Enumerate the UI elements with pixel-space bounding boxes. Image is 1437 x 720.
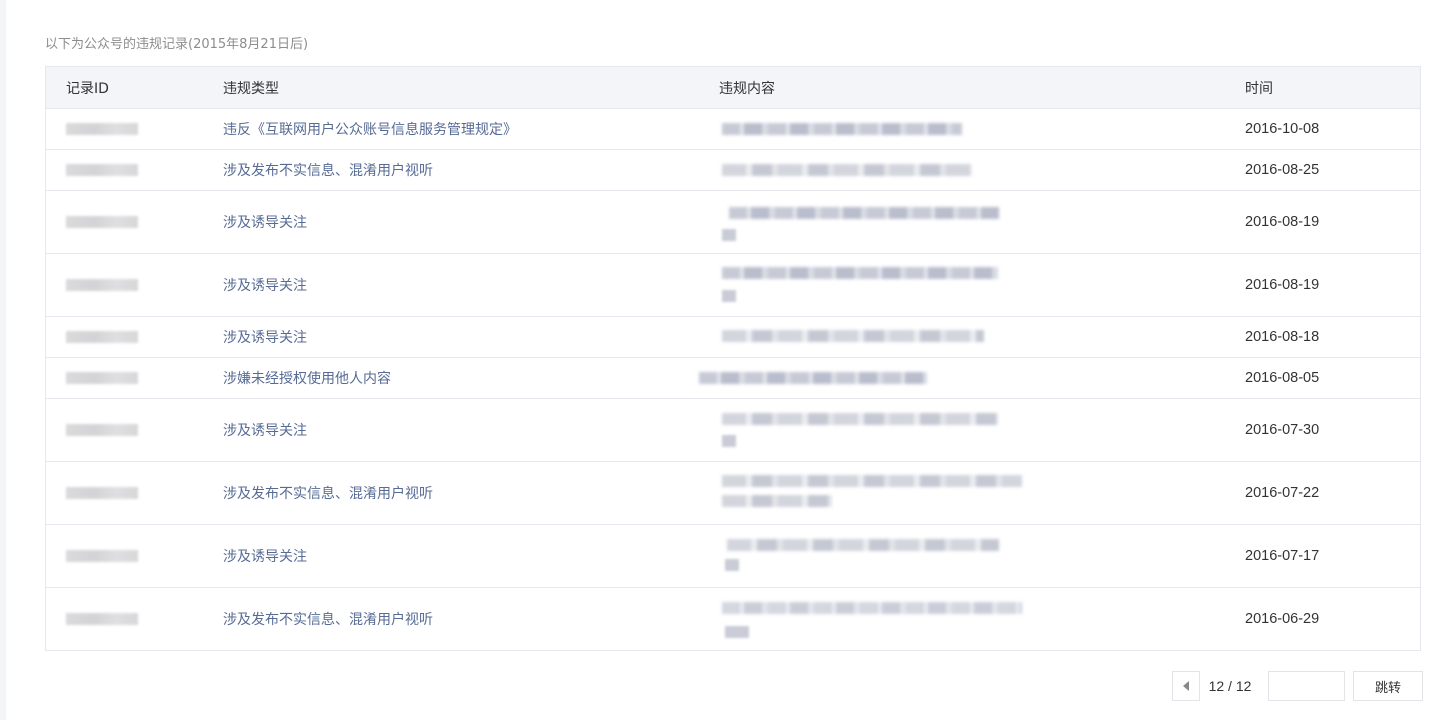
table-row: 涉及诱导关注 2016-07-30 xyxy=(46,399,1420,462)
redacted-content xyxy=(719,150,1245,190)
table-row: 涉及发布不实信息、混淆用户视听 2016-08-25 xyxy=(46,150,1420,191)
redacted-content xyxy=(719,191,1245,253)
row-time: 2016-08-05 xyxy=(1245,370,1320,386)
row-type: 涉及发布不实信息、混淆用户视听 xyxy=(223,486,433,502)
table-row: 违反《互联网用户公众账号信息服务管理规定》 2016-10-08 xyxy=(46,109,1420,150)
row-type: 涉及诱导关注 xyxy=(223,549,307,565)
redacted-content xyxy=(719,399,1245,461)
prev-page-button[interactable] xyxy=(1172,671,1200,701)
row-type: 涉及发布不实信息、混淆用户视听 xyxy=(223,163,433,179)
redacted-id xyxy=(66,216,138,228)
row-type: 涉及诱导关注 xyxy=(223,423,307,439)
redacted-content xyxy=(699,358,1245,398)
table-row: 涉嫌未经授权使用他人内容 2016-08-05 xyxy=(46,358,1420,399)
table-row: 涉及诱导关注 2016-08-19 xyxy=(46,191,1420,254)
pagination: 12 / 12 跳转 xyxy=(1172,670,1423,702)
left-rail xyxy=(0,0,6,720)
table-row: 涉及诱导关注 2016-07-17 xyxy=(46,525,1420,588)
row-time: 2016-07-22 xyxy=(1245,485,1320,501)
table-row: 涉及诱导关注 2016-08-18 xyxy=(46,317,1420,358)
header-time: 时间 xyxy=(1245,80,1273,97)
redacted-content xyxy=(719,588,1245,650)
page-number-input[interactable] xyxy=(1268,671,1345,701)
redacted-id xyxy=(66,613,138,625)
table-row: 涉及诱导关注 2016-08-19 xyxy=(46,254,1420,317)
page-indicator: 12 / 12 xyxy=(1208,678,1252,694)
violation-records-page: 以下为公众号的违规记录(2015年8月21日后) 记录ID 违规类型 违规内容 … xyxy=(0,0,1437,720)
redacted-content xyxy=(719,109,1245,149)
violation-table: 记录ID 违规类型 违规内容 时间 违反《互联网用户公众账号信息服务管理规定》 … xyxy=(45,66,1421,651)
row-time: 2016-08-18 xyxy=(1245,329,1320,345)
redacted-id xyxy=(66,123,138,135)
redacted-content xyxy=(719,317,1245,357)
row-time: 2016-08-19 xyxy=(1245,277,1320,293)
table-header: 记录ID 违规类型 违规内容 时间 xyxy=(46,67,1420,109)
redacted-id xyxy=(66,550,138,562)
jump-button[interactable]: 跳转 xyxy=(1353,671,1423,701)
row-time: 2016-06-29 xyxy=(1245,611,1320,627)
redacted-id xyxy=(66,279,138,291)
redacted-id xyxy=(66,487,138,499)
row-time: 2016-10-08 xyxy=(1245,121,1320,137)
intro-text: 以下为公众号的违规记录(2015年8月21日后) xyxy=(45,37,309,52)
table-row: 涉及发布不实信息、混淆用户视听 2016-06-29 xyxy=(46,588,1420,650)
row-type: 涉及诱导关注 xyxy=(223,215,307,231)
redacted-id xyxy=(66,331,138,343)
header-type: 违规类型 xyxy=(223,80,279,97)
table-row: 涉及发布不实信息、混淆用户视听 2016-07-22 xyxy=(46,462,1420,525)
header-content: 违规内容 xyxy=(719,80,775,97)
row-time: 2016-08-19 xyxy=(1245,214,1320,230)
redacted-id xyxy=(66,372,138,384)
redacted-content xyxy=(719,462,1245,524)
row-type: 涉及诱导关注 xyxy=(223,278,307,294)
row-time: 2016-07-17 xyxy=(1245,548,1320,564)
redacted-id xyxy=(66,424,138,436)
chevron-left-icon xyxy=(1183,681,1189,691)
header-id: 记录ID xyxy=(66,80,109,97)
row-type: 涉嫌未经授权使用他人内容 xyxy=(223,371,391,387)
redacted-content xyxy=(719,525,1245,587)
row-type: 违反《互联网用户公众账号信息服务管理规定》 xyxy=(223,122,517,138)
redacted-content xyxy=(719,254,1245,316)
row-type: 涉及发布不实信息、混淆用户视听 xyxy=(223,612,433,628)
row-type: 涉及诱导关注 xyxy=(223,330,307,346)
row-time: 2016-07-30 xyxy=(1245,422,1320,438)
row-time: 2016-08-25 xyxy=(1245,162,1320,178)
redacted-id xyxy=(66,164,138,176)
